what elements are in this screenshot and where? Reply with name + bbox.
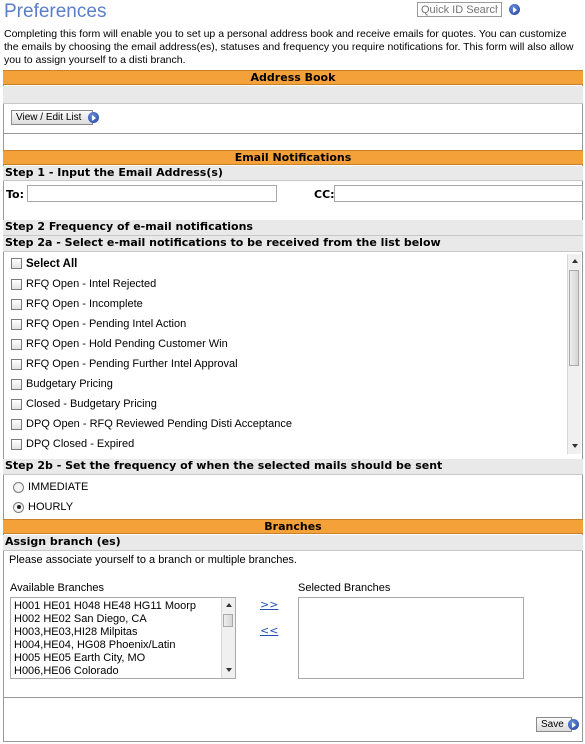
address-book-spacer xyxy=(3,86,583,104)
selected-branches-label: Selected Branches xyxy=(298,582,391,594)
branch-option[interactable]: H003,HE03,HI28 Milpitas xyxy=(11,626,219,639)
quick-id-search-input[interactable] xyxy=(417,2,502,17)
notification-item[interactable]: RFQ Open - Pending Intel Action xyxy=(11,314,567,334)
branches-header: Branches xyxy=(3,519,583,534)
notification-checkbox[interactable] xyxy=(11,378,22,390)
notification-checkbox[interactable] xyxy=(11,318,22,330)
frequency-option[interactable]: HOURLY xyxy=(13,501,73,513)
notification-checkbox[interactable] xyxy=(11,438,22,450)
notification-item[interactable]: RFQ Open - Hold Pending Customer Win xyxy=(11,334,567,354)
notification-checkbox[interactable] xyxy=(11,398,22,410)
notification-checkbox[interactable] xyxy=(11,418,22,430)
cc-email-field[interactable] xyxy=(334,185,583,202)
select-all-label: Select All xyxy=(26,258,78,270)
to-label: To: xyxy=(6,188,24,201)
notification-item[interactable]: Budgetary Pricing xyxy=(11,374,567,394)
scroll-down-icon[interactable] xyxy=(572,444,578,448)
notification-checkbox[interactable] xyxy=(11,278,22,290)
notification-list-scrollbar[interactable] xyxy=(567,254,581,454)
branch-option[interactable]: H006,HE06 Colorado xyxy=(11,665,219,678)
branch-option[interactable]: H004,HE04, HG08 Phoenix/Latin xyxy=(11,639,219,652)
branch-option[interactable]: H005 HE05 Earth City, MO xyxy=(11,652,219,665)
select-all-item[interactable]: Select All xyxy=(11,254,567,274)
notification-item[interactable]: RFQ Open - Intel Rejected xyxy=(11,274,567,294)
intro-text: Completing this form will enable you to … xyxy=(4,28,574,66)
notification-label: RFQ Open - Hold Pending Customer Win xyxy=(26,338,228,350)
step2a-title: Step 2a - Select e-mail notifications to… xyxy=(3,236,583,252)
go-arrow-icon[interactable] xyxy=(88,112,99,123)
assign-branch-title: Assign branch (es) xyxy=(3,535,583,551)
frequency-label: IMMEDIATE xyxy=(28,481,89,493)
cc-label: CC: xyxy=(314,188,335,201)
remove-branch-button[interactable]: << xyxy=(260,624,278,637)
notification-item[interactable]: RFQ Open - Pending Further Intel Approva… xyxy=(11,354,567,374)
frequency-radio[interactable] xyxy=(13,501,24,513)
step2-title: Step 2 Frequency of e-mail notifications xyxy=(3,220,583,236)
notification-item[interactable]: RFQ Open - Incomplete xyxy=(11,294,567,314)
notification-label: RFQ Open - Intel Rejected xyxy=(26,278,157,290)
address-book-header: Address Book xyxy=(3,70,583,85)
scroll-thumb[interactable] xyxy=(223,614,233,627)
available-branches-listbox[interactable]: H001 HE01 H048 HE48 HG11 Moorp H002 HE02 … xyxy=(10,597,236,679)
notification-label: RFQ Open - Incomplete xyxy=(26,298,143,310)
page-title: Preferences xyxy=(4,1,107,22)
notification-label: RFQ Open - Pending Further Intel Approva… xyxy=(26,358,238,370)
go-arrow-icon[interactable] xyxy=(568,719,579,730)
branch-option[interactable]: H001 HE01 H048 HE48 HG11 Moorp xyxy=(11,600,219,613)
notification-label: Budgetary Pricing xyxy=(26,378,113,390)
notification-item[interactable]: Closed - Budgetary Pricing xyxy=(11,394,567,414)
notification-item[interactable]: DPQ Open - RFQ Reviewed Pending Disti Ac… xyxy=(11,414,567,434)
notification-label: RFQ Open - Pending Intel Action xyxy=(26,318,187,330)
add-branch-button[interactable]: >> xyxy=(260,598,278,611)
go-arrow-icon[interactable] xyxy=(509,4,520,15)
branch-instruction: Please associate yourself to a branch or… xyxy=(9,554,297,566)
notification-label: DPQ Closed - Expired xyxy=(26,438,135,450)
divider xyxy=(3,697,583,698)
view-edit-list-button[interactable]: View / Edit List xyxy=(11,110,93,125)
email-notifications-header: Email Notifications xyxy=(3,150,583,165)
frequency-option[interactable]: IMMEDIATE xyxy=(13,481,88,493)
select-all-checkbox[interactable] xyxy=(11,258,22,270)
scroll-thumb[interactable] xyxy=(569,270,579,366)
save-button[interactable]: Save xyxy=(536,717,572,732)
available-branches-scrollbar[interactable] xyxy=(221,598,235,678)
frequency-label: HOURLY xyxy=(28,501,74,513)
notification-checkbox[interactable] xyxy=(11,338,22,350)
notification-item[interactable]: DPQ Closed - Expired xyxy=(11,434,567,454)
step1-title: Step 1 - Input the Email Address(s) xyxy=(3,166,583,181)
step2b-title: Step 2b - Set the frequency of when the … xyxy=(3,459,583,475)
notification-list: Select All RFQ Open - Intel Rejected RFQ … xyxy=(11,254,567,454)
frequency-radio[interactable] xyxy=(13,481,24,493)
branch-option[interactable]: H002 HE02 San Diego, CA xyxy=(11,613,219,626)
notification-checkbox[interactable] xyxy=(11,298,22,310)
notification-checkbox[interactable] xyxy=(11,358,22,370)
scroll-up-icon[interactable] xyxy=(226,603,232,607)
selected-branches-listbox[interactable] xyxy=(298,597,524,679)
scroll-down-icon[interactable] xyxy=(226,668,232,672)
notification-label: DPQ Open - RFQ Reviewed Pending Disti Ac… xyxy=(26,418,292,430)
divider xyxy=(3,133,583,134)
notification-label: Closed - Budgetary Pricing xyxy=(26,398,157,410)
to-email-field[interactable] xyxy=(27,185,277,202)
available-branches-label: Available Branches xyxy=(10,582,104,594)
scroll-up-icon[interactable] xyxy=(572,259,578,263)
